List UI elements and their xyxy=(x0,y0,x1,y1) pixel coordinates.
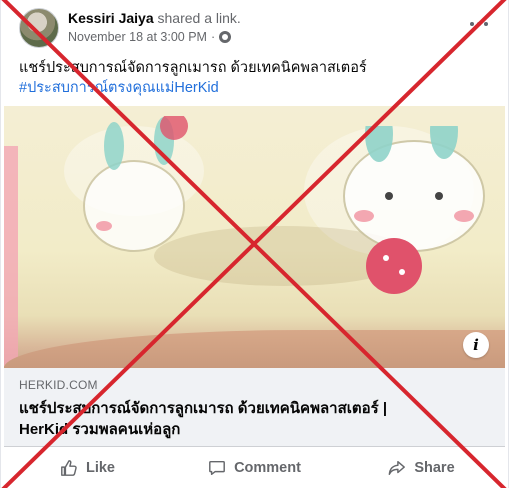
hashtag-link[interactable]: #ประสบการณ์ตรงคุณแม่HerKid xyxy=(19,78,367,98)
bunny-print-image xyxy=(343,126,485,294)
globe-icon[interactable] xyxy=(219,31,232,43)
post-text: แชร์ประสบการณ์จัดการลูกเมารถ ด้วยเทคนิคพ… xyxy=(19,60,367,76)
share-icon xyxy=(388,460,406,475)
like-button[interactable]: Like xyxy=(4,447,171,488)
dot-icon xyxy=(477,22,481,26)
share-label: Share xyxy=(414,459,455,476)
action-bar: Like Comment Share xyxy=(4,446,505,488)
post-meta: November 18 at 3:00 PM · xyxy=(68,30,232,44)
info-button[interactable]: i xyxy=(463,332,489,358)
image-detail xyxy=(4,146,18,366)
facebook-post-card: Kessiri Jaiya shared a link. November 18… xyxy=(0,0,509,488)
post-header: Kessiri Jaiya shared a link. xyxy=(68,10,241,26)
post-body: แชร์ประสบการณ์จัดการลูกเมารถ ด้วยเทคนิคพ… xyxy=(19,58,367,98)
thumbs-up-icon xyxy=(61,459,77,476)
link-title[interactable]: แชร์ประสบการณ์จัดการลูกเมารถ ด้วยเทคนิคพ… xyxy=(19,398,489,440)
like-label: Like xyxy=(85,459,115,476)
post-timestamp[interactable]: November 18 at 3:00 PM xyxy=(68,30,207,44)
image-detail xyxy=(4,330,505,368)
link-domain: HERKID.COM xyxy=(19,378,98,392)
more-options-button[interactable] xyxy=(464,14,494,34)
link-title-line: แชร์ประสบการณ์จัดการลูกเมารถ ด้วยเทคนิคพ… xyxy=(19,400,388,417)
bunny-print-image xyxy=(83,116,188,252)
dot-icon xyxy=(470,22,474,26)
meta-separator: · xyxy=(210,30,216,44)
comment-icon xyxy=(209,460,225,475)
author-action: shared a link. xyxy=(157,10,241,26)
author-name[interactable]: Kessiri Jaiya xyxy=(68,10,154,26)
comment-button[interactable]: Comment xyxy=(171,447,338,488)
avatar[interactable] xyxy=(19,8,59,48)
link-title-line: HerKid รวมพลคนเห่อลูก xyxy=(19,421,181,438)
link-preview[interactable]: HERKID.COM แชร์ประสบการณ์จัดการลูกเมารถ … xyxy=(4,368,505,446)
share-button[interactable]: Share xyxy=(338,447,505,488)
comment-label: Comment xyxy=(234,459,301,476)
dot-icon xyxy=(484,22,488,26)
link-preview-image[interactable]: i xyxy=(4,106,505,368)
